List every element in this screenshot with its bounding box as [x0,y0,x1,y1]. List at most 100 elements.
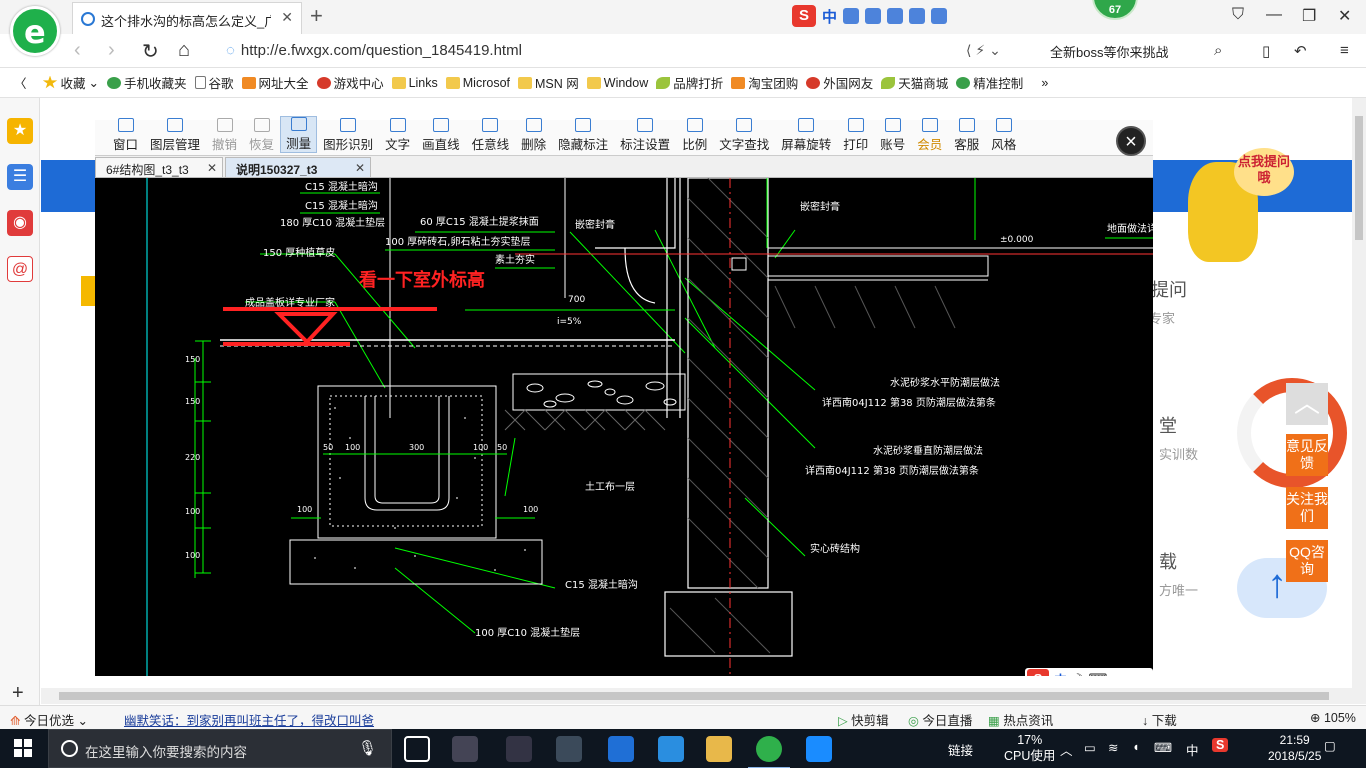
refresh-button[interactable]: ↻ [142,39,159,64]
taskbar-search[interactable]: 在这里输入你要搜索的内容 🎙 [48,729,392,768]
minimize-button[interactable]: — [1266,6,1282,24]
mascot-bubble[interactable]: 点我提问哦 [1234,148,1294,196]
horizontal-scrollbar[interactable] [41,688,1352,704]
fav-item[interactable]: Microsof [445,76,510,90]
sogou-tools-icon[interactable] [931,8,948,24]
pinwheel-app-icon[interactable] [452,736,478,762]
clock[interactable]: 21:59 2018/5/25 [1268,732,1321,764]
viewer-tool-0[interactable]: 窗口 [107,118,144,153]
browser-tab[interactable]: 这个排水沟的标高怎么定义_广联 ✕ [72,2,302,34]
fav-item[interactable]: MSN 网 [518,73,579,92]
fav-item[interactable]: 谷歌 [194,73,234,92]
sogou-skin-icon[interactable] [909,8,926,24]
viewer-tool-6[interactable]: 文字 [379,118,416,153]
downloads[interactable]: ↓ 下载 [1142,710,1177,729]
browser-logo-icon[interactable]: e [10,6,60,56]
mic-icon[interactable]: 🎙 [358,739,377,757]
restore-button[interactable]: ❐ [1302,6,1316,26]
viewer-tool-10[interactable]: 隐藏标注 [552,118,614,153]
phone-icon[interactable]: ▯ [1262,42,1270,60]
back-to-top-button[interactable]: ︿ [1286,383,1328,425]
notify-badge[interactable]: 67 [1092,0,1138,20]
tray-chevron-icon[interactable]: ︿ [1060,740,1073,759]
news-ticker[interactable]: 幽默笑话：到家别再叫班主任了，得改口叫爸 [124,710,374,729]
close-window-button[interactable]: ✕ [1338,6,1351,26]
app-plus-icon[interactable] [806,736,832,762]
edge-icon[interactable] [608,736,634,762]
notification-icon[interactable]: ▢ [1324,738,1336,753]
sogou-emoji-icon[interactable] [843,8,860,24]
today-pick[interactable]: ⟰ 今日优选 ⌄ [10,710,88,729]
sidebar-favorites-icon[interactable]: ★ [7,118,33,144]
ie-icon[interactable] [658,736,684,762]
search-icon[interactable]: ⌕ [1214,42,1222,59]
viewer-tool-4[interactable]: 测量 [280,116,318,153]
fav-item[interactable]: 品牌打折 [656,73,723,92]
sidebar-mail-icon[interactable]: @ [7,256,33,282]
viewer-tool-16[interactable]: 账号 [874,118,911,153]
viewer-tool-5[interactable]: 图形识别 [317,118,379,153]
viewer-tool-11[interactable]: 标注设置 [614,118,676,153]
viewer-tool-1[interactable]: 图层管理 [144,118,206,153]
viewer-tool-2[interactable]: 撤销 [206,118,243,153]
sogou-mic-icon[interactable] [865,8,882,24]
menu-icon[interactable]: ≡ [1340,42,1349,59]
fav-item[interactable]: 收藏 ⌄ [42,73,99,92]
qq-consult-button[interactable]: QQ咨询 [1286,540,1328,582]
zoom-level[interactable]: ⊕ 105% [1310,710,1356,725]
sidebar-add-icon[interactable]: + [12,682,24,705]
forward-button[interactable]: › [108,39,115,62]
viewer-tool-15[interactable]: 打印 [837,118,874,153]
chrome-like-icon[interactable] [556,736,582,762]
viewer-tool-13[interactable]: 文字查找 [713,118,775,153]
favbar-collapse-icon[interactable]: 〈 [14,73,27,92]
search-hint[interactable]: 全新boss等你来挑战 [1050,42,1168,61]
sogou-keyboard-icon[interactable] [887,8,904,24]
sogou-tray-icon[interactable]: S [1212,738,1229,752]
volume-icon[interactable]: ◖ [1132,740,1140,754]
sidebar-list-icon[interactable]: ☰ [7,164,33,190]
favbar-more-icon[interactable]: » [1041,76,1048,90]
tab-close-icon[interactable]: ✕ [355,161,365,175]
fav-item[interactable]: 手机收藏夹 [107,73,187,92]
mascot[interactable]: 点我提问哦 [1158,148,1298,278]
tab-structure-drawing[interactable]: 6#结构图_t3_t3 ✕ [95,157,223,178]
vertical-scrollbar[interactable] [1352,98,1366,704]
fav-item[interactable]: 淘宝团购 [731,73,798,92]
viewer-tool-8[interactable]: 任意线 [466,118,516,153]
ime-indicator[interactable]: 中 [1186,740,1199,759]
live-today[interactable]: ◎ 今日直播 [908,710,972,729]
scroll-thumb[interactable] [1355,116,1363,240]
quick-edit[interactable]: ▷ 快剪辑 [838,710,889,729]
file-explorer-icon[interactable] [706,736,732,762]
ask-title[interactable]: 提问 [1151,276,1187,302]
task-view-icon[interactable] [404,736,430,762]
feedback-button[interactable]: 意见反馈 [1286,434,1328,476]
tab-close-icon[interactable]: ✕ [207,161,217,175]
viewer-tool-14[interactable]: 屏幕旋转 [775,118,837,153]
url-field[interactable]: ◌ http://e.fwxgx.com/question_1845419.htm… [226,42,522,59]
scroll-thumb[interactable] [59,692,1329,700]
browser-e-icon[interactable] [506,736,532,762]
cpu-meter[interactable]: 17% CPU使用 [1004,732,1055,764]
shirt-icon[interactable]: ⛉ [1232,6,1244,24]
fav-item[interactable]: Window [586,76,648,90]
fav-item[interactable]: 天猫商城 [881,73,948,92]
new-tab-button[interactable]: + [310,3,323,29]
back-button[interactable]: ‹ [74,39,81,62]
viewer-tool-17[interactable]: 会员 [911,118,948,153]
home-button[interactable]: ⌂ [178,39,190,62]
tab-close-icon[interactable]: ✕ [281,9,293,26]
wifi-icon[interactable]: ≋ [1108,740,1118,755]
cad-canvas[interactable]: C15 混凝土暗沟 C15 混凝土暗沟 180 厚C10 混凝土垫层 150 厚… [95,178,1153,676]
green-browser-icon[interactable] [748,736,790,768]
battery-icon[interactable]: ▭ [1084,740,1096,755]
share-icon[interactable]: ⟨ ⚡ ⌄ [966,42,1001,59]
viewer-close-button[interactable]: × [1116,126,1146,156]
viewer-tool-9[interactable]: 删除 [515,118,552,153]
viewer-tool-7[interactable]: 画直线 [416,118,466,153]
viewer-tool-12[interactable]: 比例 [676,118,713,153]
fav-item[interactable]: 游戏中心 [316,73,384,92]
viewer-tool-3[interactable]: 恢复 [243,118,280,153]
start-button-icon[interactable] [14,739,32,757]
